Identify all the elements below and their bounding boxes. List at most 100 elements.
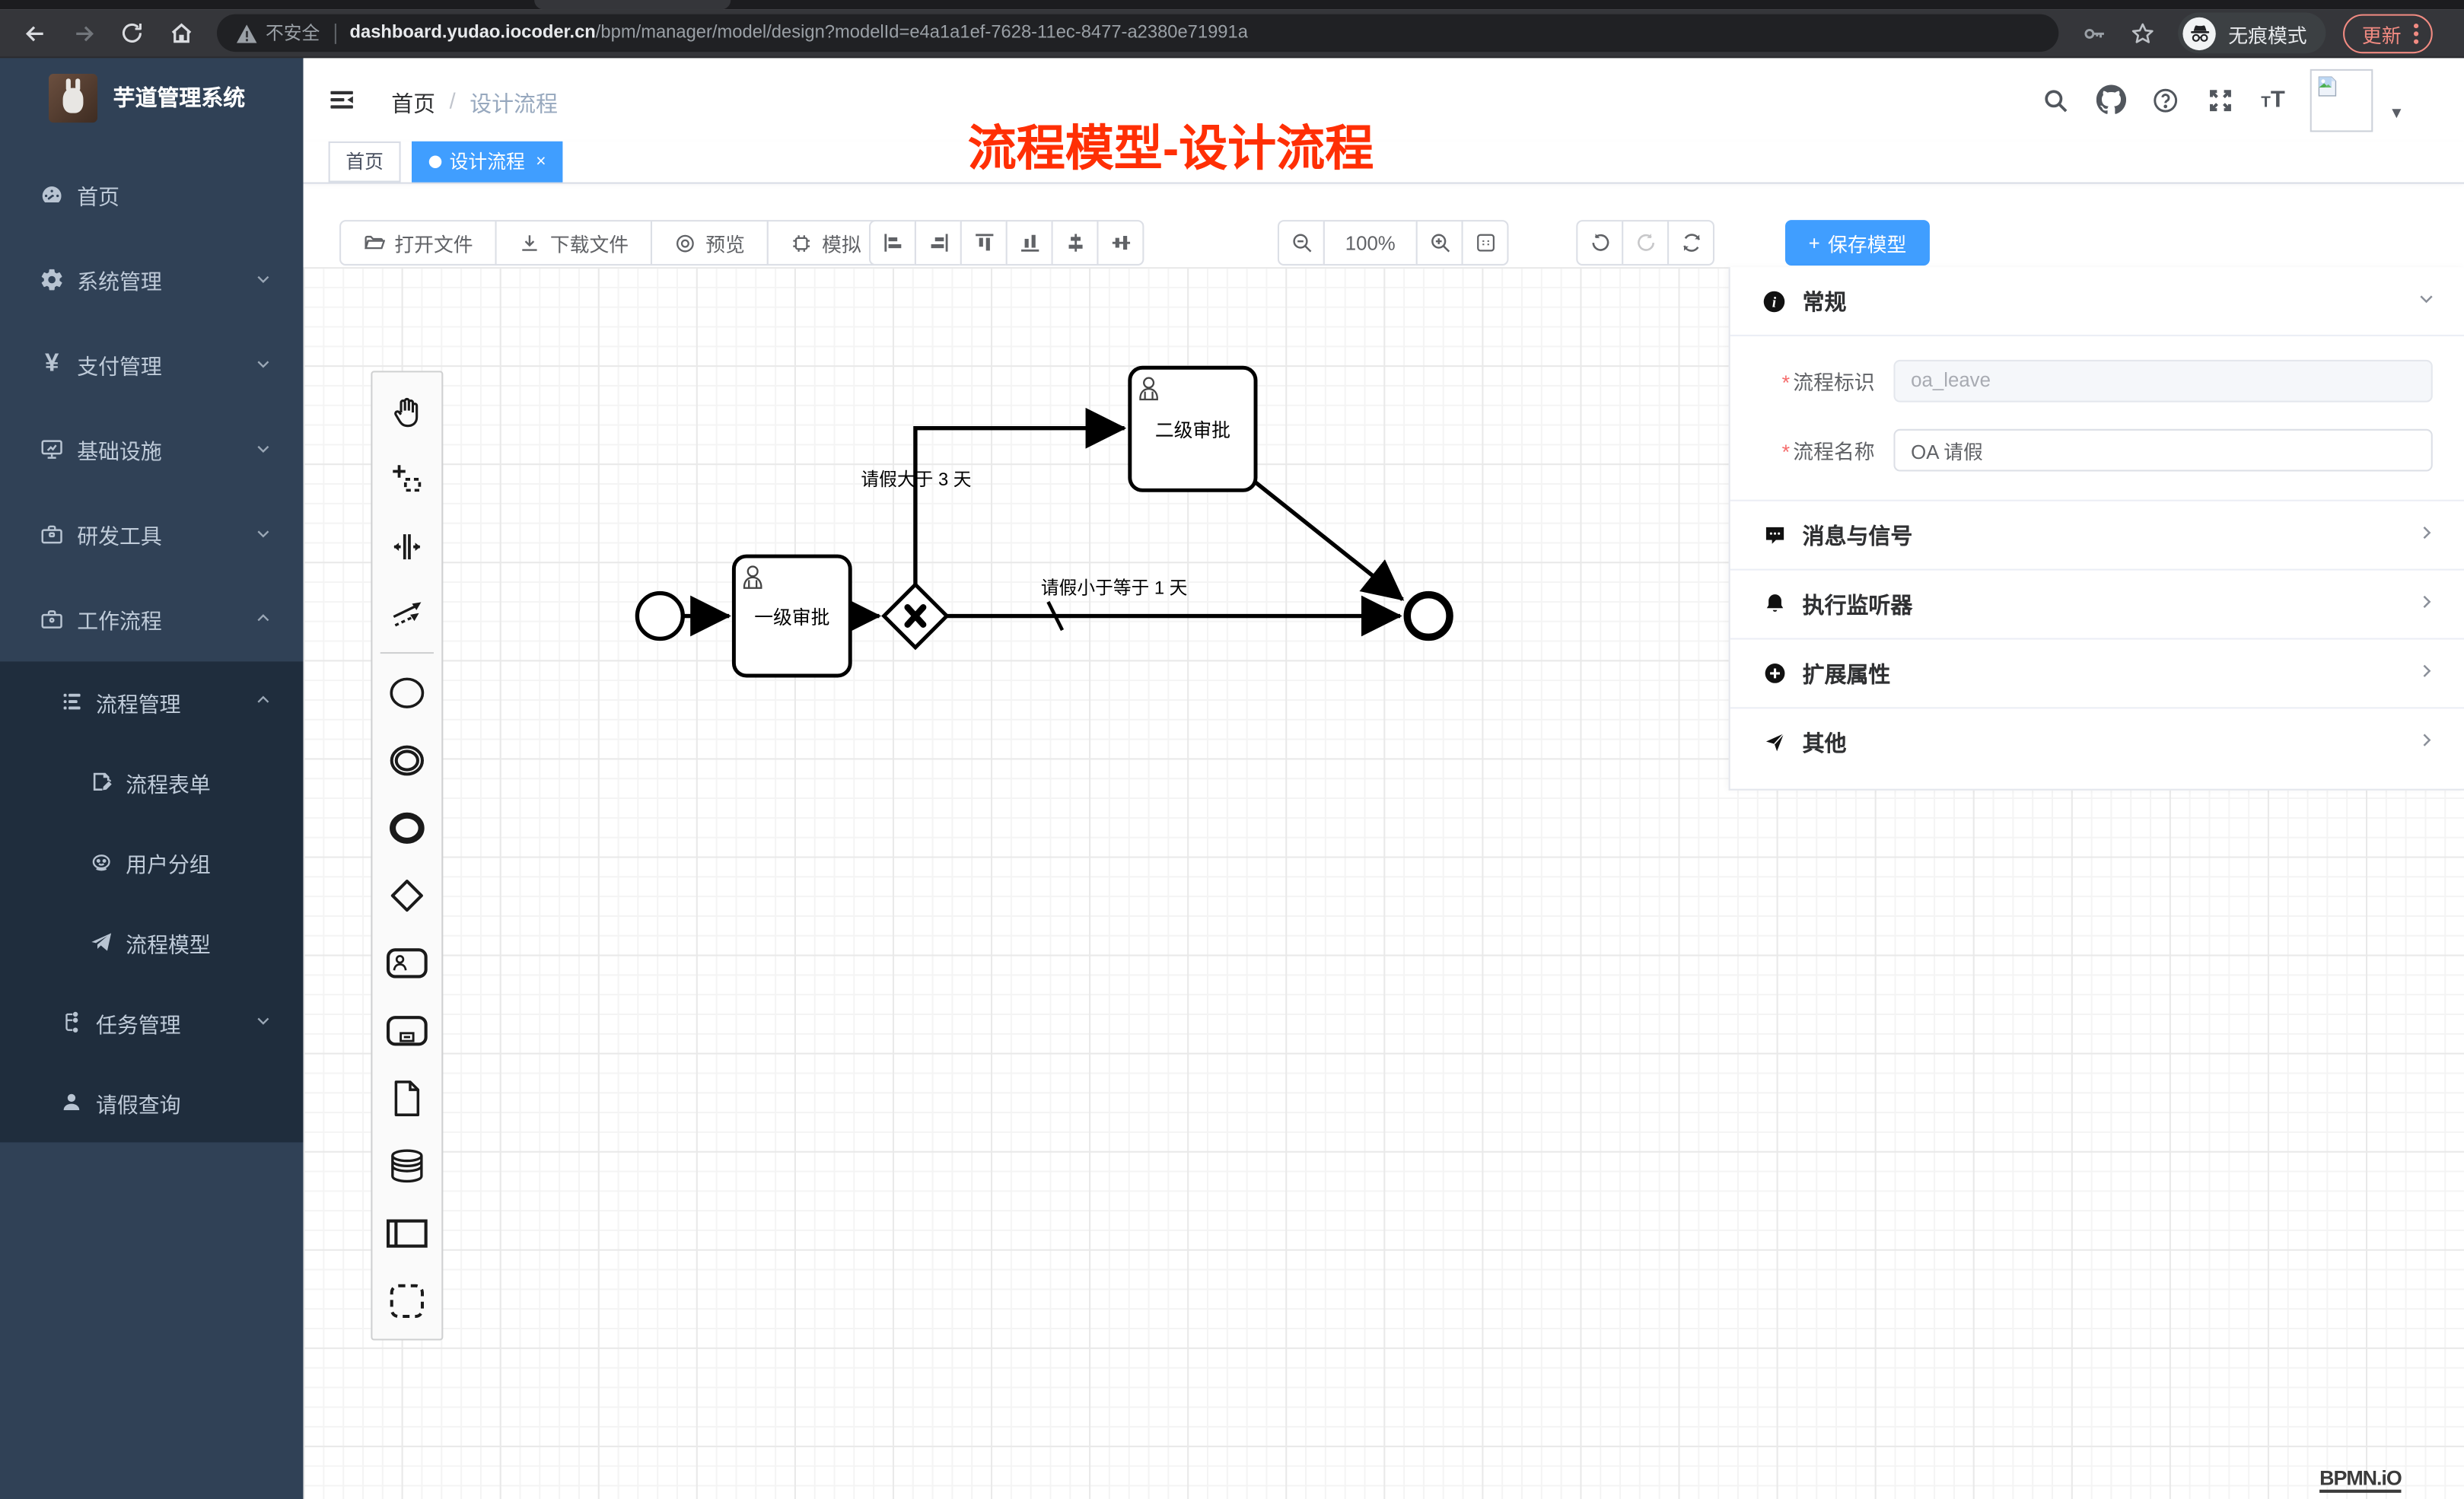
address-bar[interactable]: 不安全 dashboard.yudao.iocoder.cn /bpm/mana… [217,14,2058,53]
sidebar-item-label: 流程表单 [126,766,211,797]
align-middle-icon[interactable] [1052,220,1099,266]
redo-icon[interactable] [1622,220,1669,266]
chevron-right-icon [2417,590,2436,618]
download-file-button[interactable]: 下载文件 [495,220,653,266]
robot-face-icon [90,850,113,874]
task-label: 一级审批 [754,607,829,629]
sidebar-item-label: 研发工具 [77,518,162,549]
incognito-icon [2182,17,2215,49]
open-file-button[interactable]: 打开文件 [339,220,497,266]
bell-icon [1762,592,1787,617]
section-extended-attrs[interactable]: 扩展属性 [1730,639,2464,707]
sidebar-item-task-mgmt[interactable]: 任务管理 [0,982,304,1062]
save-model-button[interactable]: + 保存模型 [1785,220,1930,266]
chevron-right-icon [2417,728,2436,756]
tab-label: 设计流程 [450,143,525,181]
sidebar-item-process-mgmt[interactable]: 流程管理 [0,661,304,741]
password-key-icon[interactable] [2080,20,2107,46]
github-icon[interactable] [2096,85,2125,115]
sidebar-collapse-icon[interactable] [327,85,357,123]
section-execution-listener[interactable]: 执行监听器 [1730,571,2464,638]
sidebar-item-label: 工作流程 [77,603,162,635]
restart-icon[interactable] [1667,220,1714,266]
breadcrumb-home[interactable]: 首页 [391,88,435,119]
fullscreen-icon[interactable] [2206,85,2236,115]
comment-icon [1762,523,1787,548]
process-key-input[interactable] [1893,359,2432,402]
tab-home[interactable]: 首页 [329,142,401,183]
not-secure-icon[interactable] [236,23,258,43]
properties-panel: i 常规 *流程标识 *流程名称 [1729,267,2464,791]
zoom-in-icon[interactable] [1416,220,1463,266]
sidebar-item-devtools[interactable]: 研发工具 [0,492,304,577]
dashboard-icon [40,183,65,208]
forward-icon[interactable] [69,19,97,47]
close-icon[interactable]: × [536,143,546,181]
avatar-caret-icon[interactable]: ▼ [2389,105,2404,123]
paper-plane-icon [90,931,113,954]
section-message-signal[interactable]: 消息与信号 [1730,501,2464,569]
align-center-icon[interactable] [1097,220,1144,266]
zoom-out-icon[interactable] [1278,220,1325,266]
chevron-down-icon [255,353,272,377]
sidebar-item-leave-query[interactable]: 请假查询 [0,1062,304,1142]
sidebar-item-infra[interactable]: 基础设施 [0,407,304,492]
breadcrumb-current: 设计流程 [470,88,558,119]
avatar[interactable] [2310,68,2373,132]
chevron-down-icon [255,438,272,461]
flow-task2-to-end [1256,482,1402,600]
chevron-down-icon[interactable] [2417,287,2436,315]
align-left-icon[interactable] [869,220,916,266]
sidebar-item-process-model[interactable]: 流程模型 [0,902,304,982]
sidebar-item-process-form[interactable]: 流程表单 [0,742,304,822]
section-other[interactable]: 其他 [1730,708,2464,776]
monitor-icon [40,437,65,462]
sidebar-item-system[interactable]: 系统管理 [0,237,304,323]
bpmn-diagram[interactable]: 一级审批 二级审批 [304,267,1729,1499]
search-icon[interactable] [2041,85,2071,115]
chrome-update-button[interactable]: 更新 [2343,14,2433,53]
bookmark-star-icon[interactable] [2129,20,2156,46]
sidebar-item-payment[interactable]: ¥ 支付管理 [0,322,304,407]
sidebar-item-workflow[interactable]: 工作流程 [0,577,304,662]
bpmn-io-watermark[interactable]: BPMN.iO [2319,1466,2402,1493]
help-icon[interactable] [2151,85,2181,115]
breadcrumb-separator: / [450,88,456,119]
zoom-reset-icon[interactable] [1462,220,1509,266]
list-icon [59,690,83,714]
svg-text:i: i [1772,294,1777,310]
incognito-label: 无痕模式 [2228,18,2306,48]
back-icon[interactable] [21,19,49,47]
align-top-icon[interactable] [960,220,1008,266]
active-dot [429,155,442,168]
align-right-icon[interactable] [915,220,962,266]
reload-icon[interactable] [118,19,146,47]
sidebar-item-label: 支付管理 [77,348,162,380]
process-name-input[interactable] [1893,428,2432,471]
browser-active-tab-edge [534,0,731,9]
sidebar-item-label: 流程管理 [96,686,181,717]
bpmn-canvas[interactable]: 一级审批 二级审批 [304,267,2464,1499]
logo-image [49,73,97,122]
font-size-icon[interactable]: TT [2261,87,2285,113]
sidebar-item-label: 系统管理 [77,264,162,295]
sidebar-logo[interactable]: 芋道管理系统 [0,58,304,136]
home-icon[interactable] [167,19,195,47]
simulate-button[interactable]: 模拟 [767,220,885,266]
tab-design-process[interactable]: 设计流程 × [412,142,563,183]
chevron-right-icon [2417,659,2436,687]
address-divider [334,23,336,43]
sidebar-item-user-group[interactable]: 用户分组 [0,822,304,902]
process-key-label: *流程标识 [1762,365,1875,395]
tree-icon [59,1010,83,1034]
preview-button[interactable]: 预览 [651,220,769,266]
align-bottom-icon[interactable] [1006,220,1053,266]
zoom-level[interactable]: 100% [1323,220,1418,266]
section-general[interactable]: i 常规 [1730,267,2464,335]
update-label: 更新 [2362,18,2402,48]
document-edit-icon [90,770,113,794]
undo-icon[interactable] [1576,220,1623,266]
chevron-right-icon [2417,521,2436,549]
sidebar-item-home[interactable]: 首页 [0,152,304,237]
chrome-menu-icon[interactable] [2414,23,2418,43]
